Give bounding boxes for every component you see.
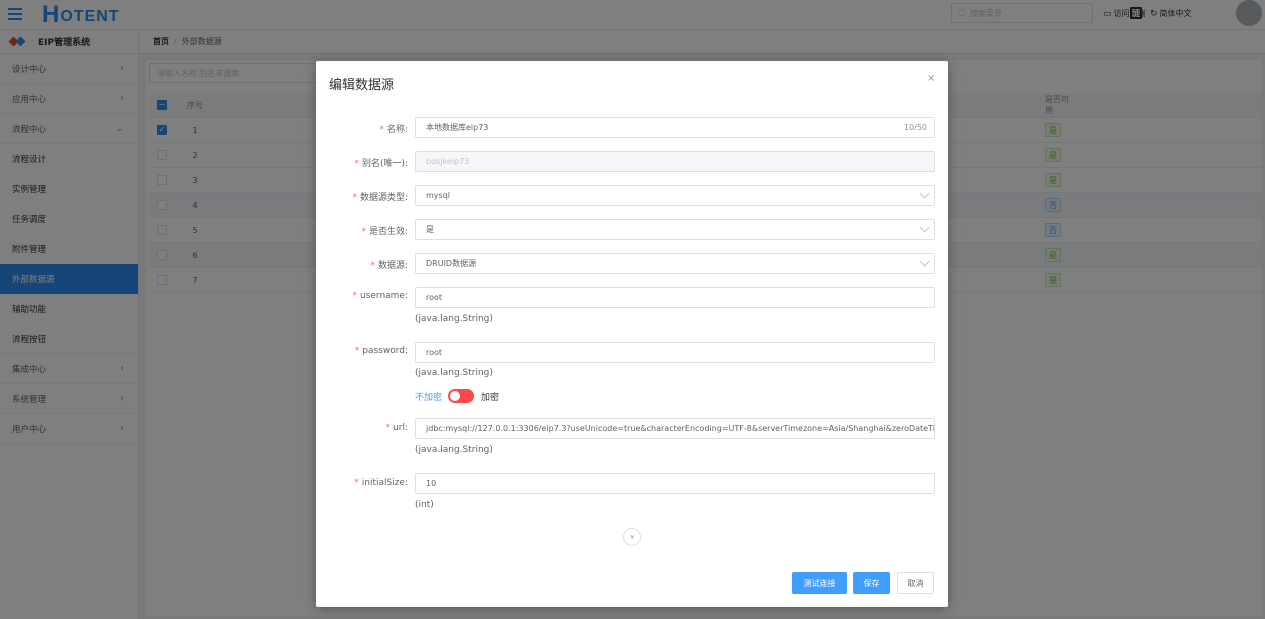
username-type-hint: (java.lang.String) — [415, 314, 493, 324]
no-encrypt-label: 不加密 — [415, 392, 443, 403]
save-button[interactable]: 保存 — [853, 572, 890, 594]
username-input[interactable]: root — [415, 287, 935, 308]
encrypt-toggle-row: 不加密 加密 — [415, 389, 499, 403]
source-label: * 数据源: — [370, 261, 408, 271]
expand-more-icon[interactable]: » — [623, 528, 641, 546]
initialsize-input[interactable]: 10 — [415, 473, 935, 494]
chevron-down-icon — [919, 188, 930, 199]
username-label: * username: — [352, 291, 408, 301]
enabled-label: * 是否生效: — [361, 227, 408, 237]
chevron-down-icon — [919, 222, 930, 233]
char-count: 10/50 — [903, 123, 927, 132]
cancel-button[interactable]: 取消 — [897, 572, 934, 594]
password-input[interactable]: root — [415, 342, 935, 363]
url-label: * url: — [385, 423, 408, 433]
close-icon[interactable]: × — [927, 73, 935, 84]
dialog-title: 编辑数据源 — [329, 78, 395, 93]
source-select[interactable]: DRUID数据源 — [415, 253, 935, 274]
test-connection-button[interactable]: 测试连接 — [792, 572, 847, 594]
encrypt-label: 加密 — [481, 392, 500, 403]
alias-label: * 别名(唯一): — [354, 159, 408, 169]
chevron-down-icon — [919, 256, 930, 267]
initialsize-type-hint: (int) — [415, 500, 434, 510]
encrypt-switch[interactable] — [448, 389, 475, 403]
password-type-hint: (java.lang.String) — [415, 368, 493, 378]
alias-input: bdsjkeip73 — [415, 151, 935, 172]
enabled-select[interactable]: 是 — [415, 219, 935, 240]
initialsize-label: * initialSize: — [354, 478, 408, 488]
name-label: * 名称: — [379, 125, 408, 135]
edit-datasource-dialog: 编辑数据源 × * 名称: 本地数据库eip73 10/50 * 别名(唯一): b… — [316, 61, 948, 607]
name-input[interactable]: 本地数据库eip73 10/50 — [415, 117, 935, 138]
type-label: * 数据源类型: — [352, 193, 408, 203]
type-select[interactable]: mysql — [415, 185, 935, 206]
url-type-hint: (java.lang.String) — [415, 445, 493, 455]
password-label: * password: — [354, 346, 408, 356]
url-input[interactable]: jdbc:mysql://127.0.0.1:3306/eip7.3?useUn… — [415, 418, 935, 439]
